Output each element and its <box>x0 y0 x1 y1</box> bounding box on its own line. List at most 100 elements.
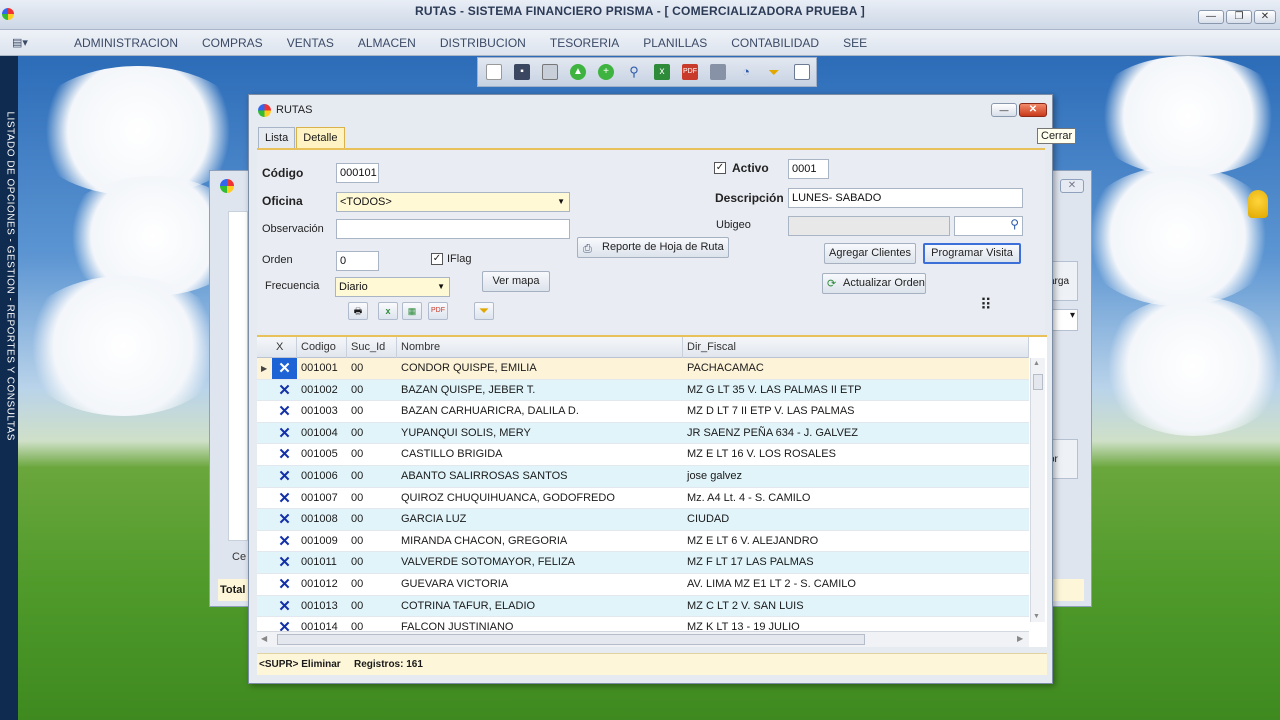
delete-row-icon[interactable]: ✕ <box>272 380 297 401</box>
horizontal-scrollbar[interactable]: ◀ ▶ <box>257 631 1029 647</box>
menu-planillas[interactable]: PLANILLAS <box>631 30 719 56</box>
search-icon[interactable]: ⚲ <box>626 64 642 80</box>
table-row[interactable]: ✕ 001004 00 YUPANQUI SOLIS, MERY JR SAENZ PE… <box>257 422 1029 445</box>
oficina-value: <TODOS> <box>340 196 392 208</box>
print-icon[interactable] <box>710 64 726 80</box>
frecuencia-select[interactable]: Diario ▼ <box>335 277 450 297</box>
delete-row-icon[interactable]: ✕ <box>272 531 297 552</box>
bg-close-icon[interactable]: ✕ <box>1060 179 1084 193</box>
pdf-icon[interactable]: PDF <box>682 64 698 80</box>
codigo-input[interactable]: 000101 <box>336 163 379 183</box>
reporte-label: Reporte de Hoja de Ruta <box>602 241 724 253</box>
scroll-left-icon[interactable]: ◀ <box>261 634 267 643</box>
bg-fragment: Ce <box>232 551 247 563</box>
menu-administracion[interactable]: ADMINISTRACION <box>62 30 190 56</box>
excel-icon[interactable]: x <box>654 64 670 80</box>
header-suc-id[interactable]: Suc_Id <box>347 337 397 358</box>
grid-icon[interactable] <box>794 64 810 80</box>
header-nombre[interactable]: Nombre <box>397 337 683 358</box>
table-row[interactable]: ✕ 001003 00 BAZAN CARHUARICRA, DALILA D. MZ … <box>257 401 1029 423</box>
menu-see[interactable]: SEE <box>831 30 879 56</box>
minimize-button[interactable]: — <box>1198 10 1224 24</box>
vertical-scrollbar[interactable]: ▲ ▼ <box>1030 358 1045 622</box>
descripcion-input[interactable]: LUNES- SABADO <box>788 188 1023 208</box>
restore-button[interactable]: ❐ <box>1226 10 1252 24</box>
header-codigo[interactable]: Codigo <box>297 337 347 358</box>
table-row[interactable]: ✕ 001012 00 GUEVARA VICTORIA AV. LIMA MZ E1 … <box>257 574 1029 596</box>
table-row[interactable]: ✕ 001008 00 GARCIA LUZ CIUDAD <box>257 509 1029 531</box>
delete-row-icon[interactable]: ✕ <box>272 552 297 573</box>
actualizar-orden-button[interactable]: ⟳ Actualizar Orden <box>822 273 926 294</box>
tab-detalle[interactable]: Detalle <box>296 127 345 148</box>
arrow-up-icon[interactable]: ▲ <box>570 64 586 80</box>
notification-bell-icon[interactable] <box>1248 190 1268 218</box>
delete-row-icon[interactable]: ✕ <box>272 509 297 530</box>
hscroll-thumb[interactable] <box>277 634 865 645</box>
header-x[interactable]: X <box>272 337 297 358</box>
table-row[interactable]: ✕ 001013 00 COTRINA TAFUR, ELADIO MZ C LT 2 … <box>257 595 1029 618</box>
delete-row-icon[interactable]: ✕ <box>272 574 297 595</box>
record-count: Registros: 161 <box>354 659 423 670</box>
menu-distribucion[interactable]: DISTRIBUCION <box>428 30 538 56</box>
observacion-input[interactable] <box>336 219 570 239</box>
pdf-export-icon[interactable]: PDF <box>428 302 448 320</box>
delete-row-icon[interactable]: ✕ <box>272 596 297 617</box>
delete-row-icon[interactable]: ✕ <box>272 466 297 487</box>
vscroll-thumb[interactable] <box>1033 374 1043 390</box>
clock-icon[interactable]: ◔ <box>738 64 754 80</box>
delete-row-icon[interactable]: ✕ <box>272 423 297 444</box>
rutas-dialog: RUTAS — ✕ Cerrar Lista Detalle Código 00… <box>248 94 1077 684</box>
menu-ventas[interactable]: VENTAS <box>275 30 346 56</box>
header-dir-fiscal[interactable]: Dir_Fiscal <box>683 337 1029 358</box>
new-document-icon[interactable] <box>486 64 502 80</box>
menu-toggle-icon[interactable]: ▤▾ <box>12 36 34 50</box>
table-row[interactable]: ✕ 001011 00 VALVERDE SOTOMAYOR, FELIZA MZ F … <box>257 552 1029 574</box>
dialog-close-button[interactable]: ✕ <box>1019 103 1047 117</box>
tab-lista[interactable]: Lista <box>258 127 296 148</box>
reporte-hoja-ruta-button[interactable]: ⎙ Reporte de Hoja de Ruta <box>577 237 729 258</box>
print-icon[interactable]: 🖶 <box>348 302 368 320</box>
delete-row-icon[interactable]: ✕ <box>272 444 297 465</box>
delete-icon[interactable] <box>542 64 558 80</box>
grid-export-icon[interactable]: ▦ <box>402 302 422 320</box>
excel-export-icon[interactable]: x <box>378 302 398 320</box>
iflag-checkbox[interactable]: ✓ <box>431 253 443 265</box>
ver-mapa-button[interactable]: Ver mapa <box>482 271 550 292</box>
add-icon[interactable]: + <box>598 64 614 80</box>
ubigeo-input[interactable] <box>788 216 950 236</box>
orden-input[interactable]: 0 <box>336 251 379 271</box>
grid-menu-icon[interactable]: ⠿ <box>980 298 998 316</box>
status-bar: <SUPR> Eliminar Registros: 161 <box>257 653 1047 675</box>
search-icon[interactable]: ⚲ <box>1010 218 1019 230</box>
delete-row-icon[interactable]: ✕ <box>272 358 297 379</box>
dialog-minimize-button[interactable]: — <box>991 103 1017 117</box>
table-row[interactable]: ✕ 001007 00 QUIROZ CHUQUIHUANCA, GODOFREDO M… <box>257 487 1029 510</box>
close-window-button[interactable]: ✕ <box>1254 10 1276 24</box>
table-row[interactable]: ✕ 001006 00 ABANTO SALIRROSAS SANTOS jose ga… <box>257 466 1029 488</box>
activo-checkbox[interactable]: ✓ <box>714 162 726 174</box>
table-row[interactable]: ✕ 001009 00 MIRANDA CHACON, GREGORIA MZ E LT… <box>257 530 1029 553</box>
table-row[interactable]: ▶ ✕ 001001 00 CONDOR QUISPE, EMILIA PACHACAMA… <box>257 358 1029 380</box>
filter-icon[interactable]: ⏷ <box>474 302 494 320</box>
menu-contabilidad[interactable]: CONTABILIDAD <box>719 30 831 56</box>
scroll-down-icon[interactable]: ▼ <box>1033 613 1040 620</box>
scroll-right-icon[interactable]: ▶ <box>1017 634 1023 643</box>
delete-row-icon[interactable]: ✕ <box>272 401 297 422</box>
filter-icon[interactable]: ⏷ <box>766 64 782 80</box>
agregar-clientes-button[interactable]: Agregar Clientes <box>824 243 916 264</box>
menu-almacen[interactable]: ALMACEN <box>346 30 428 56</box>
table-row[interactable]: ✕ 001005 00 CASTILLO BRIGIDA MZ E LT 16 V. L… <box>257 444 1029 466</box>
options-sidebar[interactable]: LISTADO DE OPCIONES - GESTION - REPORTES… <box>0 56 18 720</box>
cell-codigo: 001005 <box>301 448 338 461</box>
delete-row-icon[interactable]: ✕ <box>272 488 297 509</box>
menu-compras[interactable]: COMPRAS <box>190 30 275 56</box>
menu-tesoreria[interactable]: TESORERIA <box>538 30 631 56</box>
cell-dir-fiscal: JR SAENZ PEÑA 634 - J. GALVEZ <box>687 426 858 439</box>
save-icon[interactable]: ▪ <box>514 64 530 80</box>
activo-code-input[interactable]: 0001 <box>788 159 829 179</box>
scroll-up-icon[interactable]: ▲ <box>1033 360 1040 367</box>
oficina-select[interactable]: <TODOS> ▼ <box>336 192 570 212</box>
table-row[interactable]: ✕ 001002 00 BAZAN QUISPE, JEBER T. MZ G LT 3… <box>257 379 1029 402</box>
programar-visita-button[interactable]: Programar Visita <box>923 243 1021 264</box>
ubigeo-search-field[interactable]: ⚲ <box>954 216 1023 236</box>
